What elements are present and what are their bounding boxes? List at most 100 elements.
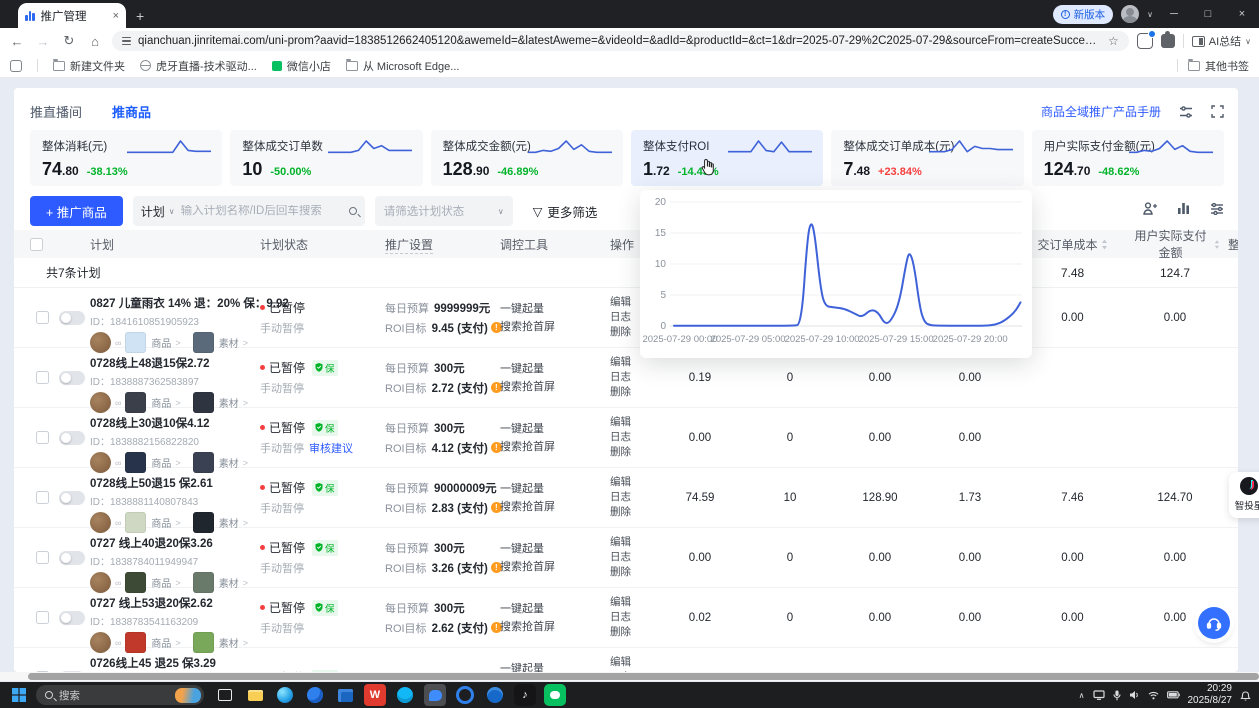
column-header-metric-4[interactable]: 交订单成本 — [1015, 236, 1130, 253]
row-checkbox[interactable] — [36, 431, 49, 444]
tab-live-room[interactable]: 推直播间 — [30, 102, 82, 121]
table-row[interactable]: 0728线上48退15保2.72 ID：1838887362583897 ∞ 商… — [14, 348, 1238, 408]
control-tools[interactable]: 一键起量搜索抢首屏 — [500, 408, 610, 467]
ring-app-icon[interactable] — [454, 684, 476, 706]
plan-title[interactable]: 0726线上45 退25 保3.29 — [90, 655, 260, 671]
extension-icon[interactable] — [1137, 33, 1153, 49]
plan-status-select[interactable]: 请筛选计划状态∨ — [375, 196, 513, 226]
bookmark-item-3[interactable]: 从 Microsoft Edge... — [346, 58, 460, 74]
plan-title[interactable]: 0728线上50退15 保2.61 — [90, 475, 260, 491]
wps-icon[interactable]: W — [364, 684, 386, 706]
row-actions[interactable]: 编辑日志删除 — [610, 528, 655, 587]
tab-promote-product[interactable]: 推商品 — [112, 102, 151, 121]
stat-card[interactable]: 整体成交订单成本(元) 7.48 +23.84% — [831, 130, 1023, 186]
douyin-icon[interactable]: ♪ — [514, 684, 536, 706]
row-actions[interactable]: 编辑日志删除 — [610, 408, 655, 467]
more-filters-button[interactable]: ▽更多筛选 — [533, 202, 598, 221]
plan-toggle[interactable] — [59, 371, 85, 385]
forward-icon[interactable]: → — [34, 34, 52, 49]
column-header-settings[interactable]: 推广设置 — [385, 236, 500, 253]
plan-toggle[interactable] — [59, 611, 85, 625]
plan-title[interactable]: 0727 线上40退20保3.26 — [90, 535, 260, 551]
stat-card[interactable]: 整体消耗(元) 74.80 -38.13% — [30, 130, 222, 186]
edge-icon[interactable] — [274, 684, 296, 706]
home-icon[interactable]: ⌂ — [86, 34, 104, 49]
column-header-status[interactable]: 计划状态 — [260, 236, 385, 253]
product-manual-link[interactable]: 商品全域推广产品手册 — [1041, 103, 1161, 120]
profile-avatar[interactable] — [1121, 5, 1139, 23]
scrollbar-thumb[interactable] — [28, 673, 1259, 680]
notification-icon[interactable] — [1240, 690, 1251, 701]
plan-title[interactable]: 0728线上48退15保2.72 — [90, 355, 260, 371]
new-tab-button[interactable]: + — [136, 9, 144, 23]
reading-list-icon[interactable] — [10, 60, 22, 72]
new-version-badge[interactable]: !新版本 — [1053, 5, 1114, 24]
table-row[interactable]: 0727 线上40退20保3.26 ID：1838784011949947 ∞ … — [14, 528, 1238, 588]
bookmark-item-2[interactable]: 微信小店 — [272, 58, 331, 74]
other-bookmarks[interactable]: 其他书签 — [1188, 58, 1249, 74]
table-row[interactable]: 0827 儿童雨衣 14% 退：20% 保：9.92 ID：1841610851… — [14, 288, 1238, 348]
control-tools[interactable]: 一键起量搜索抢首屏 — [500, 528, 610, 587]
battery-icon[interactable] — [1167, 691, 1180, 699]
plan-search-input[interactable] — [181, 205, 343, 217]
extensions-puzzle-icon[interactable] — [1161, 34, 1175, 48]
chat-app-active-icon[interactable] — [424, 684, 446, 706]
task-view-icon[interactable] — [214, 684, 236, 706]
row-actions[interactable]: 编辑日志删除 — [610, 468, 655, 527]
stat-card[interactable]: 用户实际支付金额(元) 124.70 -48.62% — [1032, 130, 1224, 186]
reload-icon[interactable]: ↻ — [60, 33, 78, 49]
stat-card[interactable]: 整体支付ROI 1.72 -14.43% — [631, 130, 823, 186]
blue-circle-app-icon[interactable] — [304, 684, 326, 706]
display-icon[interactable] — [1093, 690, 1105, 700]
plan-search-box[interactable]: 计划∨ — [133, 196, 365, 226]
table-row[interactable]: 0728线上30退10保4.12 ID：1838882156822820 ∞ 商… — [14, 408, 1238, 468]
control-tools[interactable]: 一键起量搜索抢首屏 — [500, 288, 610, 347]
outlook-icon[interactable] — [334, 684, 356, 706]
row-checkbox[interactable] — [36, 491, 49, 504]
search-type-select[interactable]: 计划∨ — [141, 203, 175, 220]
ai-summary-button[interactable]: AI总结 ∨ — [1192, 33, 1251, 49]
promote-product-button[interactable]: + 推广商品 — [30, 196, 123, 226]
plan-toggle[interactable] — [59, 491, 85, 505]
url-bar[interactable]: qianchuan.jinritemai.com/uni-prom?aavid=… — [112, 31, 1129, 51]
fullscreen-icon[interactable] — [1211, 105, 1224, 118]
review-suggestion-link[interactable]: 审核建议 — [309, 440, 353, 456]
network-icon[interactable] — [1148, 691, 1159, 700]
control-tools[interactable]: 一键起量搜索抢首屏 — [500, 348, 610, 407]
tab-close-icon[interactable]: × — [113, 10, 119, 22]
table-row[interactable]: 0727 线上53退20保2.62 ID：1838783541163209 ∞ … — [14, 588, 1238, 648]
blue-app-icon[interactable] — [484, 684, 506, 706]
plan-title[interactable]: 0727 线上53退20保2.62 — [90, 595, 260, 611]
minimize-button[interactable]: ─ — [1161, 0, 1187, 28]
table-row[interactable]: 0726线上45 退25 保3.29 ID：1838692046083545 ∞… — [14, 648, 1238, 672]
row-actions[interactable]: 编辑日志删除 — [610, 648, 655, 672]
plan-toggle[interactable] — [59, 431, 85, 445]
column-header-tools[interactable]: 调控工具 — [500, 236, 610, 253]
plan-title[interactable]: 0827 儿童雨衣 14% 退：20% 保：9.92 — [90, 295, 260, 311]
row-checkbox[interactable] — [36, 371, 49, 384]
back-icon[interactable]: ← — [8, 34, 26, 49]
column-settings-icon[interactable] — [1210, 202, 1224, 220]
control-tools[interactable]: 一键起量搜索抢首屏 — [500, 648, 610, 672]
column-header-metric-5[interactable]: 用户实际支付金额 — [1130, 227, 1220, 261]
browser-tab[interactable]: 推广管理 × — [18, 3, 126, 28]
volume-icon[interactable] — [1129, 690, 1140, 700]
custom-metrics-icon[interactable] — [1143, 202, 1157, 220]
microphone-icon[interactable] — [1113, 690, 1121, 701]
url-text[interactable]: qianchuan.jinritemai.com/uni-prom?aavid=… — [138, 35, 1101, 47]
control-tools[interactable]: 一键起量搜索抢首屏 — [500, 588, 610, 647]
column-header-plan[interactable]: 计划 — [90, 236, 260, 253]
table-row[interactable]: 0728线上50退15 保2.61 ID：1838881140807843 ∞ … — [14, 468, 1238, 528]
search-icon[interactable] — [349, 207, 357, 215]
profile-chevron-icon[interactable]: ∨ — [1147, 10, 1153, 19]
file-explorer-icon[interactable] — [244, 684, 266, 706]
bookmark-star-icon[interactable]: ☆ — [1108, 34, 1119, 48]
row-checkbox[interactable] — [36, 611, 49, 624]
stat-card[interactable]: 整体成交订单数 10 -50.00% — [230, 130, 422, 186]
customer-service-button[interactable] — [1198, 607, 1230, 639]
maximize-button[interactable]: □ — [1195, 0, 1221, 28]
plan-toggle[interactable] — [59, 311, 85, 325]
start-button[interactable] — [8, 684, 30, 706]
taskbar-clock[interactable]: 20:29 2025/8/27 — [1188, 683, 1233, 708]
bookmark-item-1[interactable]: 虎牙直播-技术驱动... — [140, 58, 257, 74]
